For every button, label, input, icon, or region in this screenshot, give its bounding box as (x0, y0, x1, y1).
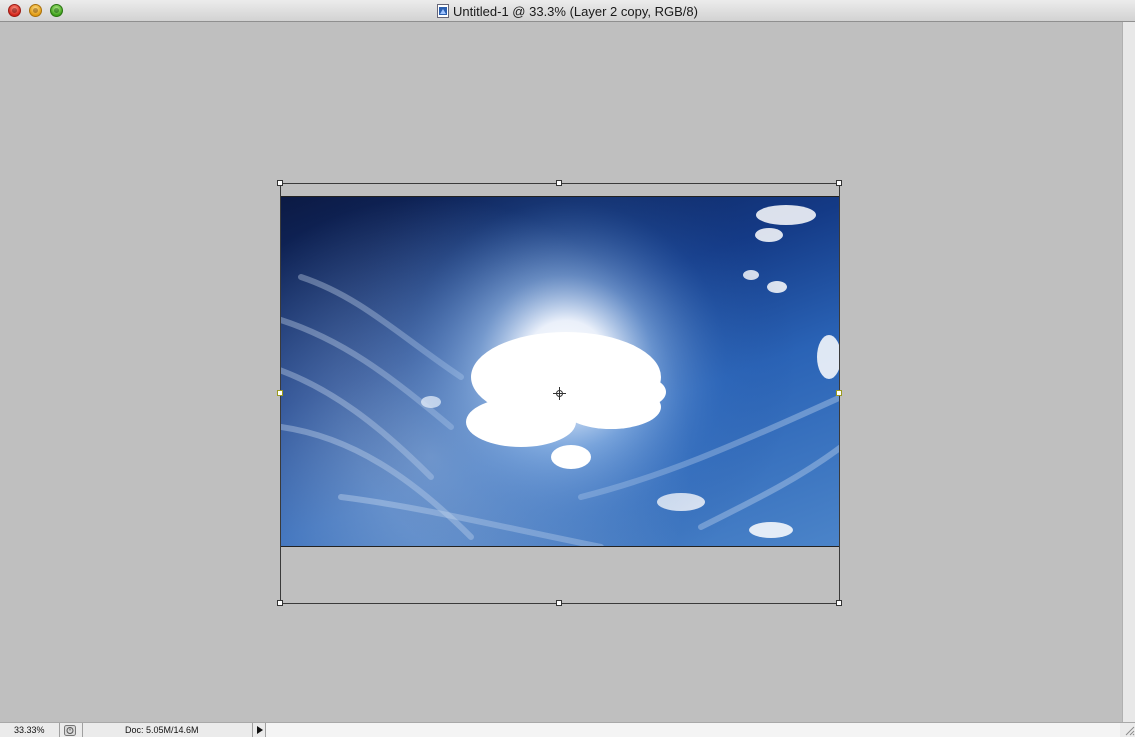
transform-handle-middle-right[interactable] (836, 390, 842, 396)
status-bar: 33.33% Doc: 5.05M/14.6M (0, 722, 1135, 737)
transform-handle-bottom-right[interactable] (836, 600, 842, 606)
layer-image[interactable] (280, 196, 840, 547)
transform-handle-bottom-center[interactable] (556, 600, 562, 606)
vertical-scrollbar[interactable] (1122, 22, 1135, 722)
window-titlebar[interactable]: Untitled-1 @ 33.3% (Layer 2 copy, RGB/8) (0, 0, 1135, 22)
document-size-info: Doc: 5.05M/14.6M (82, 723, 252, 737)
photoshop-document-icon (437, 4, 450, 18)
transform-handle-top-left[interactable] (277, 180, 283, 186)
zoom-level-field[interactable]: 33.33% (0, 723, 60, 737)
reference-point-icon[interactable] (553, 387, 566, 400)
transform-handle-top-center[interactable] (556, 180, 562, 186)
window-title-wrap: Untitled-1 @ 33.3% (Layer 2 copy, RGB/8) (0, 0, 1135, 22)
sky-image (281, 197, 839, 546)
transform-handle-top-right[interactable] (836, 180, 842, 186)
resize-grip-icon[interactable] (1122, 723, 1135, 737)
status-menu-button[interactable] (252, 723, 266, 737)
horizontal-scrollbar[interactable] (266, 723, 1120, 737)
transform-handle-bottom-left[interactable] (277, 600, 283, 606)
status-indicator-icon[interactable] (64, 725, 76, 736)
window-title: Untitled-1 @ 33.3% (Layer 2 copy, RGB/8) (453, 3, 698, 19)
transform-handle-middle-left[interactable] (277, 390, 283, 396)
